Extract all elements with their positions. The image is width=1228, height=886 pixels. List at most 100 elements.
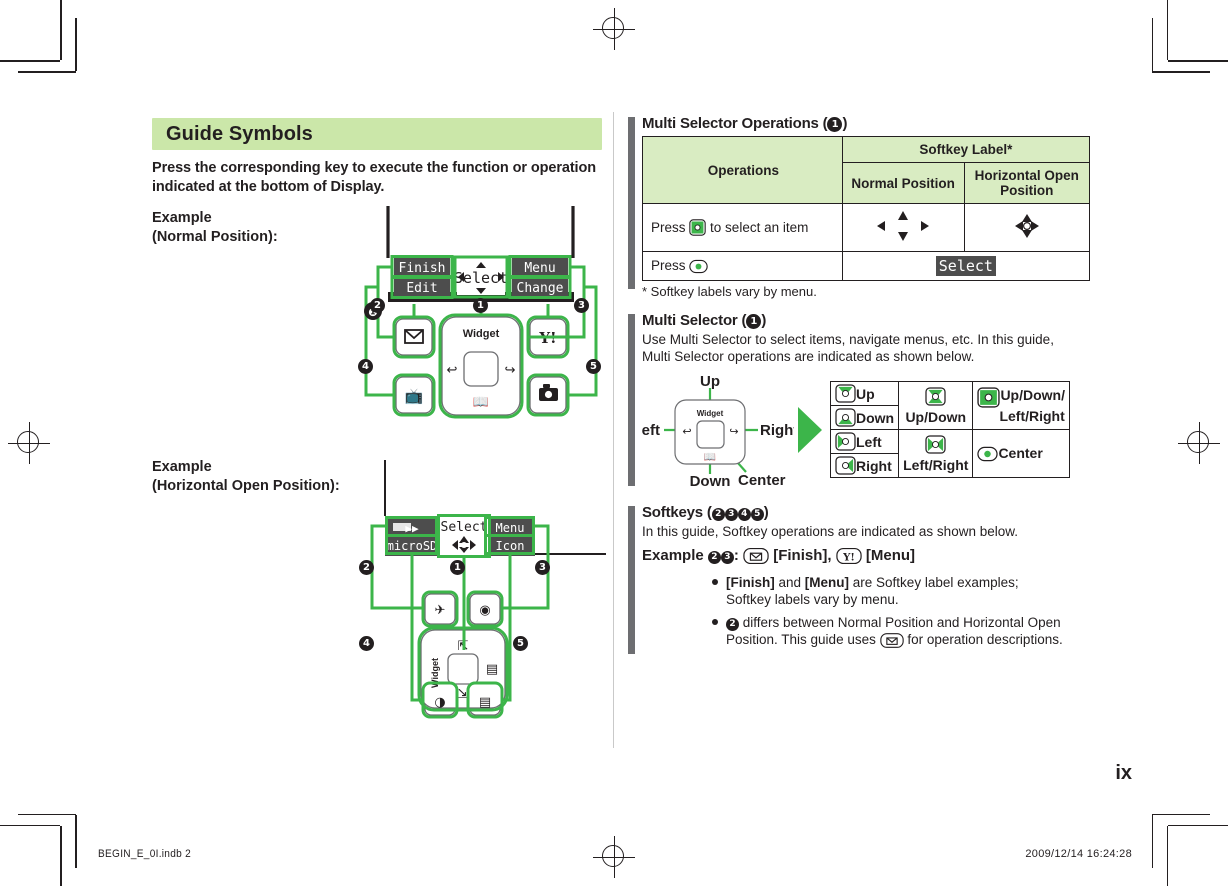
bullet1-tail: are Softkey label examples; [849, 574, 1019, 590]
registration-mark-left [8, 422, 50, 464]
callout-number-3: 3 [720, 550, 734, 564]
registration-mark-right [1178, 422, 1220, 464]
bullet1-menu: [Menu] [804, 574, 850, 590]
label-down: Down [856, 410, 895, 427]
normal-callout-1: 1 [473, 298, 488, 313]
svg-text:Y!: Y! [842, 551, 855, 563]
callout-number-5: 5 [750, 507, 764, 521]
heading-close: ) [763, 503, 769, 521]
softkeys-example-line: Example 23: [Finish], Y! [Menu] [642, 547, 1080, 569]
bullet1-and: and [774, 574, 805, 590]
label-left-right: Left/Right [903, 456, 969, 473]
print-footer: BEGIN_E_0I.indb 2 2009/12/14 16:24:28 [0, 848, 1228, 868]
press-label: Press [651, 258, 686, 273]
crop-mark-br-h2 [1152, 813, 1210, 815]
normal-callout-5: 5 [586, 359, 601, 374]
list-item: 2 differs between Normal Position and Ho… [642, 614, 1080, 654]
callout-number-1: 1 [746, 314, 762, 329]
header-operations: Operations [642, 136, 843, 204]
label-all-line2: Left/Right [999, 408, 1065, 425]
table-row: Press Select [642, 251, 1091, 281]
label-left: Left [856, 434, 882, 451]
heading-close: ) [761, 312, 767, 329]
example-finish-label: [Finish], [773, 546, 832, 564]
cell-center: Center [972, 429, 1070, 479]
cell-up-down: Up/Down [898, 381, 974, 431]
example-horizontal-line2: (Horizontal Open Position): [152, 477, 340, 494]
msel-all-icon [977, 387, 1001, 408]
example-normal-line2: (Normal Position): [152, 229, 278, 246]
bullet1-line2: Softkey labels vary by menu. [726, 592, 899, 608]
svg-text:Menu: Menu [496, 521, 525, 535]
callout-number-3: 3 [724, 507, 738, 521]
cell-up: Up [829, 381, 900, 407]
multi-selector-operations-table: Operations Softkey Label* Normal Positio… [642, 136, 1091, 281]
header-normal-position: Normal Position [841, 162, 965, 204]
multi-selector-diagram-row: Widget ↩ ↪ 📖 Up Down Left Right Center [633, 372, 1080, 490]
bullet-dot [712, 618, 718, 625]
section-bar-multi-selector [628, 314, 635, 486]
label-up: Up [700, 373, 720, 390]
crop-mark-tr-h2 [1152, 71, 1210, 73]
normal-position-diagram: Finish Edit Select Menu Change 📺 Y! Widg… [344, 204, 610, 429]
heading-text: Multi Selector ( [642, 312, 747, 329]
heading-multi-selector-operations: Multi Selector Operations (1) [642, 115, 1080, 132]
svg-text:▤: ▤ [479, 695, 491, 710]
msel-center-icon [977, 446, 999, 462]
pad-widget-label: Widget [697, 409, 724, 418]
crop-mark-tl-h2 [18, 71, 76, 73]
green-arrow-icon [796, 403, 826, 457]
callout-number-4: 4 [737, 507, 751, 521]
label-up-down: Up/Down [905, 408, 967, 425]
svg-text:↪: ↪ [505, 363, 516, 378]
mail-key-icon [743, 547, 769, 569]
normal-callout-4: 4 [358, 359, 373, 374]
crop-mark-tr-v [1166, 0, 1168, 60]
select-item-label: to select an item [710, 220, 809, 235]
svg-text:↩: ↩ [447, 363, 458, 378]
label-all-line1: Up/Down/ [1000, 387, 1065, 404]
cell-up-down-left-right: Up/Down/ Left/Right [972, 381, 1070, 431]
arrows-4way-solid-icon [1014, 214, 1039, 238]
svg-text:Finish: Finish [399, 261, 446, 276]
callout-number-1: 1 [827, 117, 843, 132]
heading-close: ) [842, 115, 848, 132]
svg-text:📖: 📖 [473, 395, 489, 410]
table-row: Left Left/Right Center [829, 429, 1070, 479]
cell-left: Left [829, 429, 900, 455]
label-down: Down [690, 473, 731, 488]
mail-key-icon [879, 632, 904, 654]
horizontal-callout-2: 2 [359, 560, 374, 575]
section-bar-softkeys [628, 505, 635, 654]
label-center: Center [738, 471, 786, 489]
cell-select-label: Select [841, 251, 1091, 281]
horizontal-callout-1: 1 [450, 560, 465, 575]
lead-paragraph: Press the corresponding key to execute t… [152, 160, 596, 196]
horizontal-callout-5: 5 [513, 636, 528, 651]
crop-mark-tr-v2 [1151, 18, 1153, 71]
svg-text:◑: ◑ [434, 695, 445, 710]
section-bar-operations [628, 117, 635, 289]
header-horizontal-position: Horizontal Open Position [963, 162, 1091, 204]
callout-number-2: 2 [711, 507, 725, 521]
msel-right-icon [835, 456, 856, 475]
callout-number-2: 2 [707, 550, 721, 564]
example-horizontal-line1: Example [152, 458, 212, 475]
section-multi-selector: Multi Selector (1) Use Multi Selector to… [628, 312, 1080, 490]
msel-leftright-icon [925, 434, 946, 454]
crop-mark-tl-v2 [75, 18, 77, 71]
horizontal-callout-4: 4 [359, 636, 374, 651]
arrows-4way-icon [877, 211, 930, 241]
bullet1-finish: [Finish] [726, 574, 775, 590]
crop-mark-tr-h [1168, 60, 1228, 62]
page-title: Guide Symbols [166, 122, 313, 145]
cell-horizontal-arrows [963, 203, 1091, 252]
press-label: Press [651, 220, 686, 235]
multi-selector-pad-diagram: Widget ↩ ↪ 📖 Up Down Left Right Center [633, 372, 799, 490]
svg-text:↪: ↪ [729, 425, 738, 438]
center-key-icon [689, 259, 708, 274]
label-right: Right [760, 422, 794, 439]
svg-text:↩: ↩ [682, 425, 691, 438]
label-left: Left [642, 422, 660, 439]
crop-mark-bl-h [0, 824, 60, 826]
